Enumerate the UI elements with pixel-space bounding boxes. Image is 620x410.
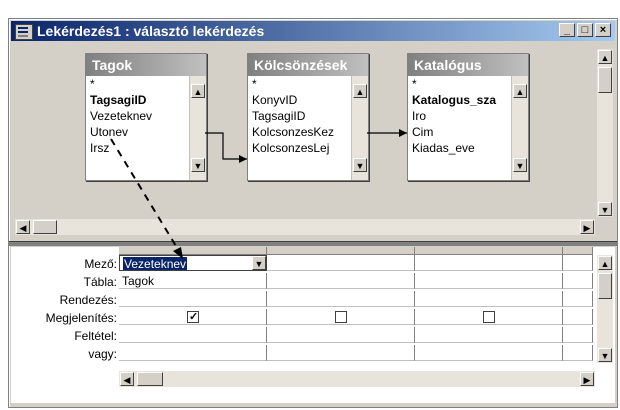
drag-arrow-line bbox=[110, 138, 180, 252]
drag-arrow bbox=[110, 138, 183, 259]
drag-arrow-head bbox=[173, 247, 183, 259]
query-design-window: Lekérdezés1 : választó lekérdezés _ □ × … bbox=[8, 18, 618, 408]
